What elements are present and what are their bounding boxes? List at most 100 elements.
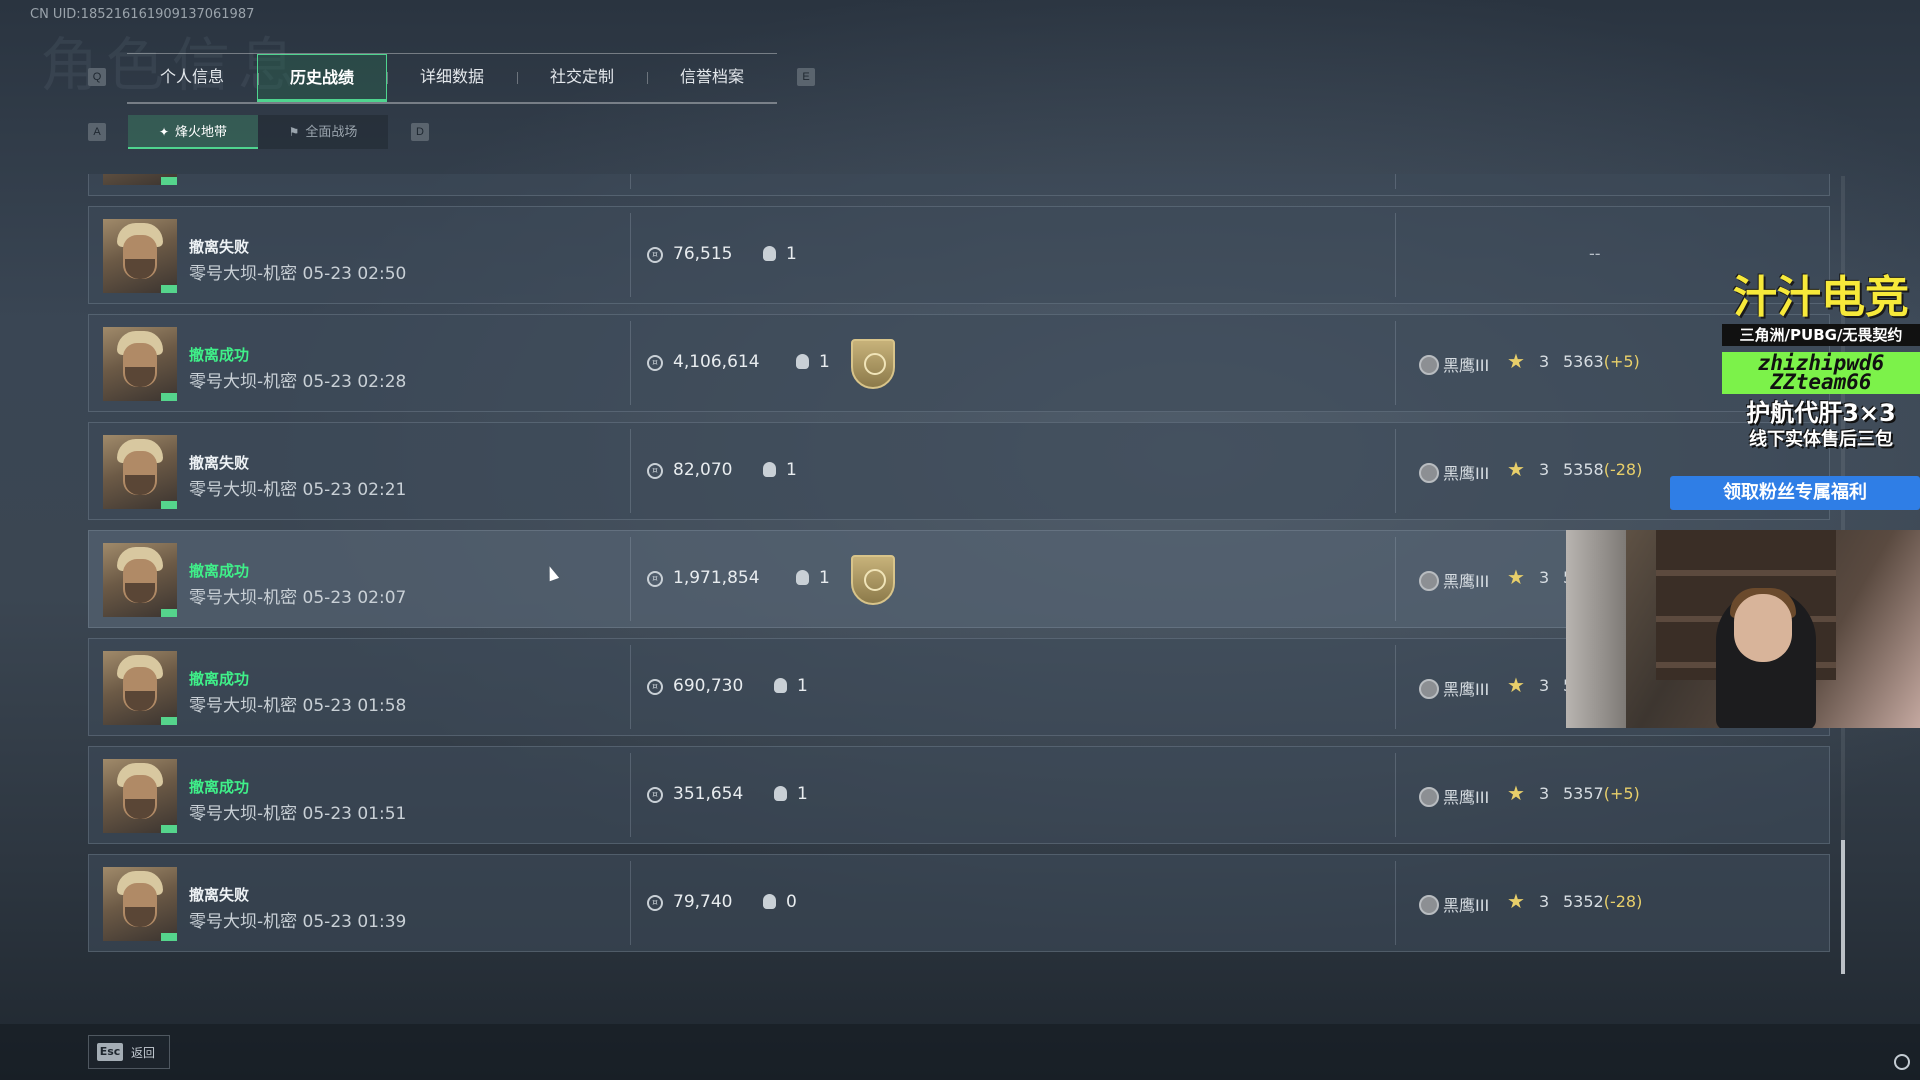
tab-4[interactable]: 信誉档案 [647, 54, 777, 102]
column-divider [630, 753, 631, 837]
bottom-bar [0, 1024, 1920, 1080]
rank: 黑鹰III [1419, 352, 1489, 376]
skull-icon [763, 246, 776, 261]
rank: 黑鹰III [1419, 460, 1489, 484]
back-button[interactable]: Esc 返回 [88, 1035, 170, 1069]
skull-icon [796, 570, 809, 585]
star-icon: ★ [1507, 349, 1525, 373]
coin-icon: ¤ [647, 787, 663, 803]
kill-count-value: 1 [797, 676, 808, 696]
map-name: 零号大坝-机密 [189, 480, 298, 500]
match-time: 05-23 02:50 [302, 264, 407, 284]
subtab-label: 烽火地带 [175, 125, 228, 140]
kill-count-value: 0 [786, 892, 797, 912]
star-count: 3 [1539, 460, 1550, 479]
extracted-value: 82,070 [673, 460, 733, 480]
map-name: 零号大坝-机密 [189, 372, 298, 392]
map-name: 零号大坝-机密 [189, 174, 297, 176]
rank-score: 5358(-28) [1563, 460, 1642, 479]
extracted-value: 4,106,614 [673, 352, 760, 372]
esc-key: Esc [97, 1043, 123, 1061]
streamer-webcam [1566, 530, 1920, 728]
tab-2[interactable]: 详细数据 [387, 54, 517, 102]
operator-avatar [103, 543, 177, 617]
column-divider [630, 321, 631, 405]
match-record-row[interactable]: 撤离成功 零号大坝-机密 05-23 01:51 ¤ 351,654 1 黑鹰III ★ 3 5… [88, 746, 1830, 844]
kill-count: 1 [763, 244, 797, 264]
match-time: 05-23 01:51 [302, 804, 407, 824]
match-record-row[interactable]: 撤离失败 零号大坝-机密 05-23 01:39 ¤ 79,740 0 黑鹰III ★ 3 53… [88, 854, 1830, 952]
score-delta: (+5) [1603, 352, 1640, 371]
skull-icon [763, 894, 776, 909]
rank: 黑鹰III [1419, 676, 1489, 700]
rank-name: 黑鹰III [1443, 680, 1490, 699]
match-time: 05-23 02:59 [303, 174, 407, 176]
back-label: 返回 [131, 1046, 156, 1060]
score-value: 5357 [1563, 784, 1604, 803]
column-divider [1395, 753, 1396, 837]
match-record-row[interactable]: 撤离失败 零号大坝-机密 05-23 02:21 ¤ 82,070 1 黑鹰III ★ 3 53… [88, 422, 1830, 520]
tab-0[interactable]: 个人信息 [127, 54, 257, 102]
subtab-label: 全面战场 [305, 125, 358, 140]
prev-subtab-key[interactable]: A [88, 123, 106, 141]
tab-3[interactable]: 社交定制 [517, 54, 647, 102]
extracted-value: 1,971,854 [673, 568, 760, 588]
main-tabs: 个人信息 历史战绩 详细数据 社交定制 信誉档案 [127, 53, 777, 104]
rank-score: 5352(-28) [1563, 892, 1642, 911]
score-value: 5352 [1563, 892, 1604, 911]
match-time: 05-23 02:28 [302, 372, 407, 392]
rank-name: 黑鹰III [1443, 788, 1490, 807]
extraction-status: 撤离失败 [189, 454, 250, 472]
rank: 黑鹰III [1419, 892, 1489, 916]
star-icon: ★ [1507, 781, 1525, 805]
rank-score: 5363(+5) [1563, 352, 1640, 371]
star-count: 3 [1539, 892, 1550, 911]
rank: 黑鹰III [1419, 568, 1489, 592]
promo-line-4: 线下实体售后三包 [1749, 429, 1893, 450]
player-uid: CN UID:18521616190913706​1987 [30, 7, 255, 22]
scrollbar-thumb[interactable] [1841, 840, 1845, 974]
extraction-badge-icon [851, 555, 895, 605]
rank-emblem-icon [1419, 571, 1439, 591]
score-value: 5363 [1563, 352, 1604, 371]
coin-icon: ¤ [647, 247, 663, 263]
extracted-value: 690,730 [673, 676, 744, 696]
column-divider [630, 537, 631, 621]
promo-wechat-box: zhizhipwd6 ZZteam66 [1722, 352, 1920, 394]
skull-icon [774, 786, 787, 801]
kill-count: 0 [763, 892, 797, 912]
match-record-row[interactable]: 撤离失败 零号大坝-机密 05-23 02:50 ¤ 76,515 1 -- [88, 206, 1830, 304]
tab-1[interactable]: 历史战绩 [257, 54, 387, 102]
rank-name: 黑鹰III [1443, 896, 1490, 915]
next-subtab-key[interactable]: D [411, 123, 429, 141]
next-tab-key[interactable]: E [797, 68, 815, 86]
match-time: 05-23 02:21 [302, 480, 407, 500]
map-and-time: 零号大坝-机密 05-23 02:50 [189, 259, 406, 284]
avatar-tag [161, 393, 177, 401]
coin-icon: ¤ [647, 463, 663, 479]
score-delta: (+5) [1603, 784, 1640, 803]
fire-zone-icon: ✦ [158, 125, 170, 139]
star-icon: ★ [1507, 457, 1525, 481]
map-and-time: 零号大坝-机密 05-23 02:07 [189, 583, 406, 608]
match-record-row[interactable]: 零号大坝-机密 05-23 02:59 [88, 174, 1830, 196]
match-time: 05-23 02:07 [302, 588, 407, 608]
promo-fan-benefit-button[interactable]: 领取粉丝专属福利 [1670, 476, 1920, 510]
avatar-tag [161, 177, 177, 185]
settings-icon[interactable] [1894, 1054, 1910, 1070]
subtab-0[interactable]: ✦ 烽火地带 [128, 115, 258, 149]
extraction-status: 撤离成功 [189, 778, 250, 796]
extraction-status: 撤离成功 [189, 670, 250, 688]
star-count: 3 [1539, 676, 1550, 695]
rank-emblem-icon [1419, 355, 1439, 375]
webcam-face [1734, 594, 1792, 662]
match-record-row[interactable]: 撤离成功 零号大坝-机密 05-23 02:28 ¤ 4,106,614 1 黑鹰III ★… [88, 314, 1830, 412]
subtab-1[interactable]: ⚑ 全面战场 [258, 115, 388, 149]
operator-avatar [103, 174, 177, 185]
map-and-time: 零号大坝-机密 05-23 01:58 [189, 691, 406, 716]
promo-subtitle: 三角洲/PUBG/无畏契约 [1722, 324, 1920, 346]
avatar-tag [161, 717, 177, 725]
prev-tab-key[interactable]: Q [88, 68, 106, 86]
map-and-time: 零号大坝-机密 05-23 02:21 [189, 475, 406, 500]
rank-score: 5357(+5) [1563, 784, 1640, 803]
